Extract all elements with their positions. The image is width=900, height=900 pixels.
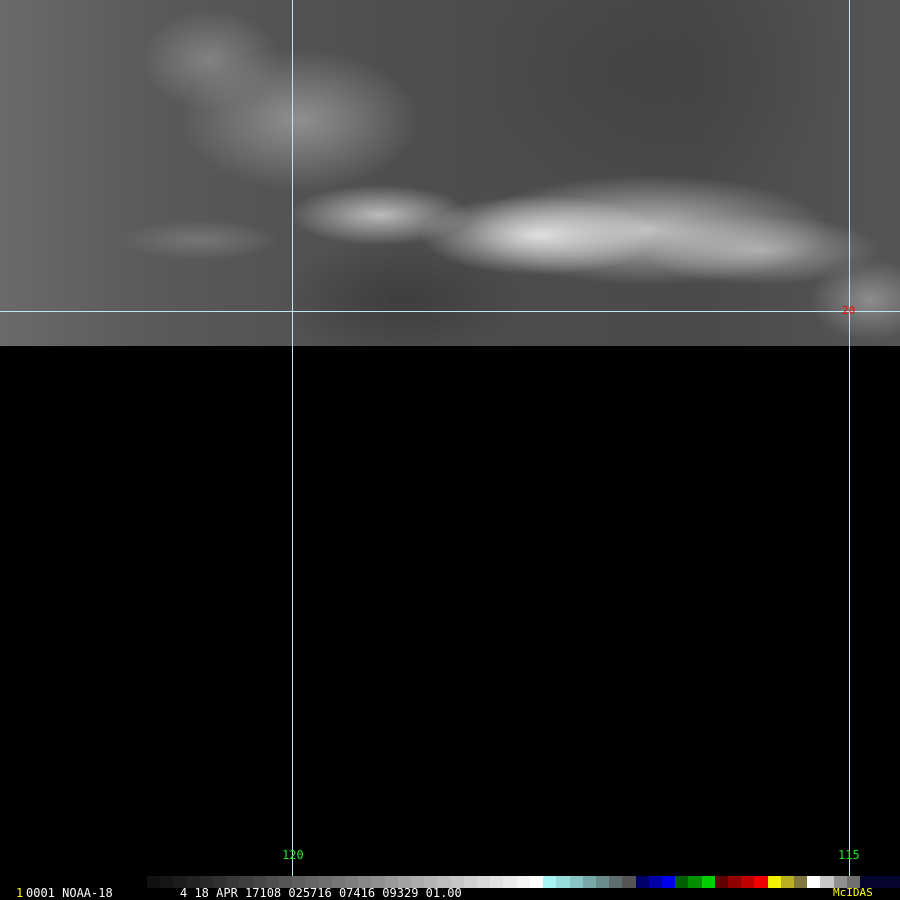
color-bar-segment: [543, 876, 557, 888]
color-bar-segment: [635, 876, 649, 888]
satellite-imagery: [0, 0, 900, 346]
color-bar-segment: [556, 876, 570, 888]
longitude-label-120: 120: [282, 848, 304, 862]
color-bar-segment: [701, 876, 715, 888]
color-bar-segment: [727, 876, 742, 888]
color-bar-segment: [807, 876, 821, 888]
latitude-line-20: [0, 311, 900, 312]
color-bar-segment: [490, 876, 504, 888]
color-bar-segment: [595, 876, 610, 888]
color-bar-segment: [675, 876, 689, 888]
satellite-image-viewer: 20 120 115 1 0001 NOAA-18 4 18 APR 17108…: [0, 0, 900, 900]
color-bar-segment: [688, 876, 702, 888]
longitude-line-115: [849, 0, 850, 886]
color-bar-segment: [529, 876, 544, 888]
image-info: 4 18 APR 17108 025716 07416 09329 01.00: [180, 886, 462, 900]
color-bar-segment: [648, 876, 662, 888]
color-bar-segment: [569, 876, 583, 888]
color-bar-segment: [463, 876, 478, 888]
color-bar-segment: [793, 876, 808, 888]
satellite-name: 0001 NOAA-18: [26, 886, 113, 900]
color-bar-segment: [516, 876, 530, 888]
color-bar-segment: [741, 876, 755, 888]
color-bar-segment: [477, 876, 491, 888]
color-bar-segment: [147, 876, 161, 888]
color-bar-segment: [780, 876, 794, 888]
longitude-label-115: 115: [838, 848, 860, 862]
color-bar-segment: [661, 876, 676, 888]
mcidas-logo: McIDAS: [833, 886, 873, 899]
color-bar-segment: [754, 876, 768, 888]
color-bar-segment: [160, 876, 174, 888]
color-bar-segment: [714, 876, 728, 888]
color-bar-segment: [609, 876, 623, 888]
color-bar-segment: [767, 876, 781, 888]
color-bar-segment: [622, 876, 636, 888]
latitude-label-20: 20: [842, 304, 856, 317]
color-bar-segment: [820, 876, 834, 888]
frame-number: 1: [16, 886, 24, 900]
longitude-line-120: [292, 0, 293, 886]
color-bar-segment: [503, 876, 517, 888]
color-bar-segment: [873, 876, 887, 888]
color-bar-segment: [886, 876, 900, 888]
color-bar-segment: [582, 876, 596, 888]
